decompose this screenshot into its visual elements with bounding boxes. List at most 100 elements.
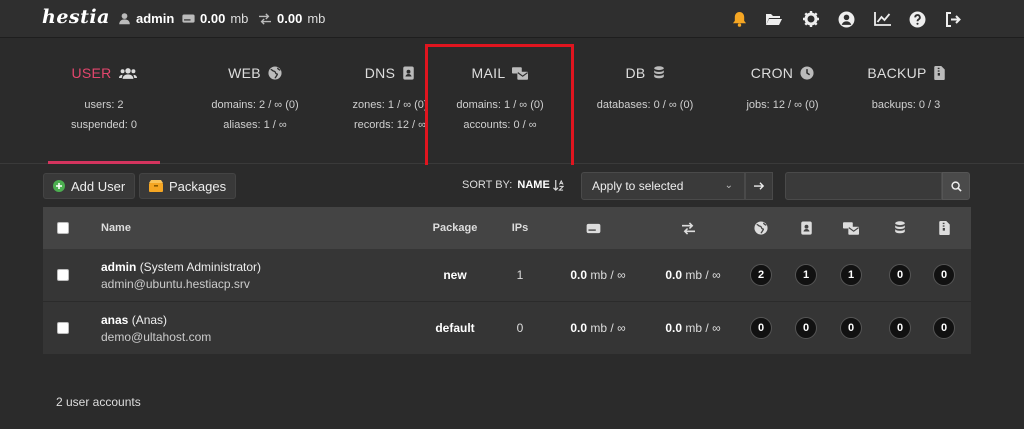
add-user-label: Add User: [71, 178, 126, 194]
current-user[interactable]: admin: [118, 11, 174, 26]
hestia-logo[interactable]: hestia: [42, 6, 110, 28]
chevron-down-icon: ⌄: [724, 180, 733, 191]
tab-backup-stat-1: backups: 0 / 3: [871, 99, 941, 111]
globe-icon: [754, 221, 768, 235]
packages-label: Packages: [169, 178, 227, 194]
user-ips: 1: [516, 268, 524, 282]
add-user-button[interactable]: Add User: [43, 173, 136, 199]
user-login[interactable]: admin: [101, 260, 136, 274]
tab-user-title: USER: [71, 65, 112, 81]
dns-count-badge: 1: [795, 264, 817, 286]
backup-count-badge: 0: [933, 264, 955, 286]
active-tab-indicator: [48, 161, 160, 164]
sort-by-label: SORT BY:: [462, 179, 513, 191]
bandwidth-usage: 0.00 mb: [258, 11, 325, 26]
folder-open-icon[interactable]: [764, 9, 784, 29]
tab-db[interactable]: DB databases: 0 / ∞ (0): [575, 38, 715, 164]
tab-cron-stat-1: jobs: 12 / ∞ (0): [746, 99, 819, 111]
row-checkbox[interactable]: [57, 302, 69, 354]
user-disk-usage: 0.0 mb / ∞: [553, 302, 643, 354]
sort-field: NAME: [517, 179, 550, 191]
tab-dns-title: DNS: [364, 65, 396, 81]
arrow-right-icon: [753, 181, 765, 191]
user-bandwidth-usage: 0.0 mb / ∞: [648, 249, 738, 301]
search-input[interactable]: [785, 172, 942, 200]
col-disk[interactable]: [578, 207, 608, 249]
db-count-badge: 0: [889, 317, 911, 339]
user-circle-icon[interactable]: [836, 9, 856, 29]
plus-circle-icon: [53, 180, 65, 192]
tab-web-stat-1: domains: 2 / ∞ (0): [211, 99, 299, 111]
user-cell[interactable]: anas (Anas) demo@ultahost.com: [101, 302, 211, 354]
bell-icon[interactable]: [729, 9, 749, 29]
user-package[interactable]: default: [425, 302, 485, 354]
table-header: Name Package IPs: [43, 207, 971, 249]
user-bw-limit: mb / ∞: [685, 321, 721, 335]
col-bandwidth[interactable]: [673, 207, 703, 249]
col-mail[interactable]: [836, 207, 866, 249]
user-email: demo@ultahost.com: [101, 329, 212, 344]
search-button[interactable]: [942, 172, 970, 200]
apply-bulk-button[interactable]: [745, 172, 773, 200]
user-db-count: 0: [885, 249, 915, 301]
tab-web[interactable]: WEB domains: 2 / ∞ (0) aliases: 1 / ∞: [180, 38, 330, 164]
col-name[interactable]: Name: [101, 207, 131, 249]
globe-icon: [268, 66, 282, 80]
bulk-action-select[interactable]: Apply to selected ⌄: [581, 172, 745, 200]
tab-cron[interactable]: CRON jobs: 12 / ∞ (0): [715, 38, 850, 164]
user-ips: 0: [516, 321, 524, 335]
gear-icon[interactable]: [801, 9, 821, 29]
mail-count-badge: 1: [840, 264, 862, 286]
user-backup-count: 0: [929, 249, 959, 301]
user-mail-count: 0: [836, 302, 866, 354]
user-disk-limit: mb / ∞: [590, 268, 626, 282]
mail-count-badge: 0: [840, 317, 862, 339]
exchange-icon: [681, 221, 696, 235]
user-bw-value: 0.0: [665, 321, 683, 335]
packages-button[interactable]: Packages: [139, 173, 237, 199]
file-archive-icon: [933, 66, 945, 80]
user-icon: [118, 12, 131, 25]
tab-db-title: DB: [625, 65, 646, 81]
user-package[interactable]: new: [425, 249, 485, 301]
tab-user[interactable]: USER users: 2 suspended: 0: [48, 38, 160, 164]
user-bw-value: 0.0: [665, 268, 683, 282]
sort-by-control[interactable]: SORT BY: NAME: [462, 179, 564, 191]
box-icon: [149, 180, 163, 192]
select-all-checkbox[interactable]: [57, 207, 69, 249]
help-icon[interactable]: [907, 9, 927, 29]
bandwidth-usage-unit: mb: [307, 11, 326, 26]
user-backup-count: 0: [929, 302, 959, 354]
col-db[interactable]: [885, 207, 915, 249]
user-dns-count: 1: [791, 249, 821, 301]
row-checkbox[interactable]: [57, 249, 69, 301]
user-email: admin@ubuntu.hestiacp.srv: [101, 276, 250, 291]
tab-user-stat-1: users: 2: [84, 99, 124, 111]
mail-bulk-icon: [843, 221, 859, 235]
user-bw-limit: mb / ∞: [685, 268, 721, 282]
clock-icon: [800, 66, 814, 80]
col-web[interactable]: [746, 207, 776, 249]
user-login[interactable]: anas: [101, 313, 128, 327]
hdd-icon: [182, 13, 195, 24]
user-cell[interactable]: admin (System Administrator) admin@ubunt…: [101, 249, 261, 301]
file-archive-icon: [938, 221, 950, 235]
col-dns[interactable]: [791, 207, 821, 249]
user-mail-count: 1: [836, 249, 866, 301]
logout-icon[interactable]: [943, 9, 963, 29]
table-row[interactable]: anas (Anas) demo@ultahost.com default 0 …: [43, 302, 971, 355]
tab-cron-title: CRON: [750, 65, 794, 81]
table-row[interactable]: admin (System Administrator) admin@ubunt…: [43, 249, 971, 302]
user-disk-usage: 0.0 mb / ∞: [553, 249, 643, 301]
address-book-icon: [402, 66, 415, 80]
disk-usage-unit: mb: [230, 11, 249, 26]
hdd-icon: [586, 223, 601, 234]
chart-line-icon[interactable]: [872, 9, 892, 29]
tab-web-title: WEB: [228, 65, 261, 81]
tab-backup[interactable]: BACKUP backups: 0 / 3: [850, 38, 962, 164]
database-icon: [894, 221, 906, 235]
col-package[interactable]: Package: [425, 207, 485, 249]
col-ips[interactable]: IPs: [505, 207, 535, 249]
col-backups[interactable]: [929, 207, 959, 249]
web-count-badge: 2: [750, 264, 772, 286]
